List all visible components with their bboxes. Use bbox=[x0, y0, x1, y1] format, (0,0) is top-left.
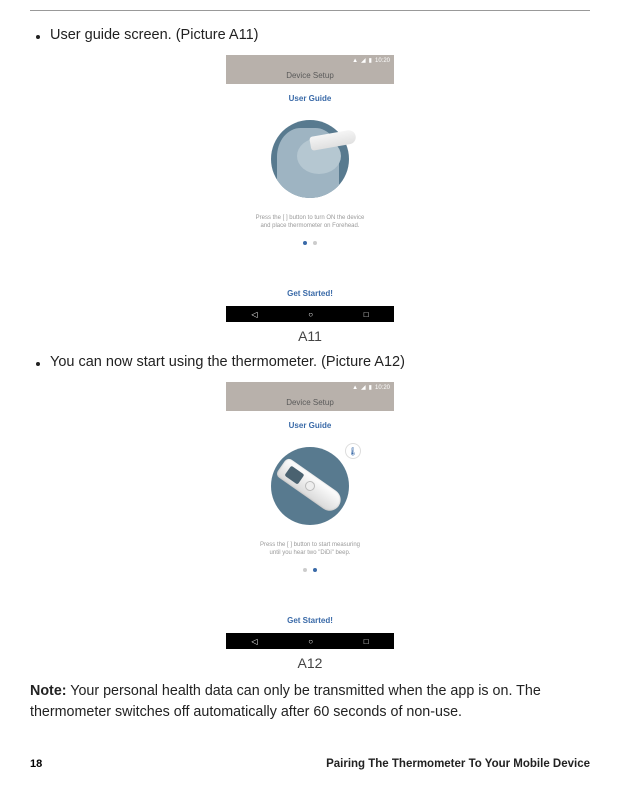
bullet-a11-text: User guide screen. (Picture A11) bbox=[50, 27, 258, 43]
wifi-icon: ▲ bbox=[352, 385, 358, 391]
figure-a12: ▲ ◢ ▮ 10:20 Device Setup User Guide bbox=[30, 382, 590, 671]
footer-title: Pairing The Thermometer To Your Mobile D… bbox=[326, 758, 590, 770]
wifi-icon: ▲ bbox=[352, 58, 358, 64]
page-dots bbox=[303, 568, 317, 572]
dot-2[interactable] bbox=[313, 241, 317, 245]
status-bar: ▲ ◢ ▮ 10:20 bbox=[226, 382, 394, 393]
nav-back-icon[interactable]: ◁ bbox=[251, 637, 257, 646]
title-bar-text: Device Setup bbox=[286, 398, 334, 407]
page-footer: 18 Pairing The Thermometer To Your Mobil… bbox=[30, 758, 590, 770]
thermometer-glyph-icon: 🌡 bbox=[348, 447, 358, 456]
signal-icon: ◢ bbox=[361, 58, 366, 64]
nav-back-icon[interactable]: ◁ bbox=[251, 310, 257, 319]
bullet-dot-icon bbox=[36, 362, 40, 366]
get-started-button[interactable]: Get Started! bbox=[226, 616, 394, 625]
phone-a12: ▲ ◢ ▮ 10:20 Device Setup User Guide bbox=[226, 382, 394, 649]
phone-a11: ▲ ◢ ▮ 10:20 Device Setup User Guide Pres… bbox=[226, 55, 394, 322]
page-number: 18 bbox=[30, 758, 42, 770]
note-label: Note: bbox=[30, 683, 67, 699]
nav-recent-icon[interactable]: □ bbox=[364, 310, 369, 319]
signal-icon: ◢ bbox=[361, 385, 366, 391]
dot-2[interactable] bbox=[313, 568, 317, 572]
status-time: 10:20 bbox=[375, 385, 390, 391]
figure-label-a12: A12 bbox=[30, 655, 590, 671]
top-rule bbox=[30, 10, 590, 11]
android-nav: ◁ ○ □ bbox=[226, 633, 394, 649]
app-screen-a11: User Guide Press the [ ] button to turn … bbox=[226, 84, 394, 306]
instruction-a12: Press the [ ] button to start measuring … bbox=[248, 542, 372, 558]
bullet-a12-text: You can now start using the thermometer.… bbox=[50, 354, 405, 370]
title-bar: Device Setup bbox=[226, 66, 394, 84]
page-dots bbox=[303, 241, 317, 245]
illustration-a12: 🌡 bbox=[250, 440, 370, 532]
user-guide-heading: User Guide bbox=[289, 421, 332, 430]
nav-recent-icon[interactable]: □ bbox=[364, 637, 369, 646]
thermometer-icon bbox=[275, 457, 345, 515]
nav-home-icon[interactable]: ○ bbox=[308, 310, 313, 319]
illustration-a11 bbox=[250, 113, 370, 205]
nav-home-icon[interactable]: ○ bbox=[308, 637, 313, 646]
note-body: Your personal health data can only be tr… bbox=[30, 683, 541, 720]
dot-1[interactable] bbox=[303, 568, 307, 572]
figure-a11: ▲ ◢ ▮ 10:20 Device Setup User Guide Pres… bbox=[30, 55, 590, 344]
tooltip-icon: 🌡 bbox=[346, 444, 360, 458]
figure-label-a11: A11 bbox=[30, 328, 590, 344]
battery-icon: ▮ bbox=[369, 58, 372, 64]
title-bar: Device Setup bbox=[226, 393, 394, 411]
bullet-a12: You can now start using the thermometer.… bbox=[30, 354, 590, 370]
bullet-a11: User guide screen. (Picture A11) bbox=[30, 27, 590, 43]
circle-graphic bbox=[271, 447, 349, 525]
android-nav: ◁ ○ □ bbox=[226, 306, 394, 322]
battery-icon: ▮ bbox=[369, 385, 372, 391]
app-screen-a12: User Guide 🌡 Press the [ ] button to sta… bbox=[226, 411, 394, 633]
instruction-a11: Press the [ ] button to turn ON the devi… bbox=[244, 215, 377, 231]
user-guide-heading: User Guide bbox=[289, 94, 332, 103]
get-started-button[interactable]: Get Started! bbox=[226, 289, 394, 298]
note-paragraph: Note: Your personal health data can only… bbox=[30, 681, 590, 722]
dot-1[interactable] bbox=[303, 241, 307, 245]
title-bar-text: Device Setup bbox=[286, 71, 334, 80]
status-time: 10:20 bbox=[375, 58, 390, 64]
status-bar: ▲ ◢ ▮ 10:20 bbox=[226, 55, 394, 66]
bullet-dot-icon bbox=[36, 35, 40, 39]
